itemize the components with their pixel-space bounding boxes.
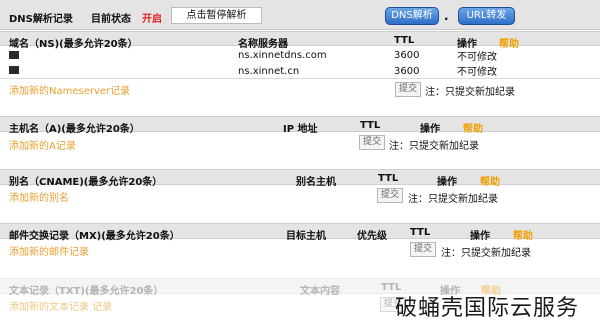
mx-submit-button[interactable]: 提交 xyxy=(410,242,436,257)
redacted-mark xyxy=(9,51,19,59)
url-forward-button[interactable]: URL转发 xyxy=(458,7,515,25)
ns-note: 注：只提交新加纪录 xyxy=(425,87,515,98)
a-help-link[interactable]: 帮助 xyxy=(463,120,483,135)
mx-header: 邮件交换记录（MX)(最多允许20条） 目标主机 优先级 TTL 操作 帮助 xyxy=(0,223,600,242)
mx-op-col: 操作 xyxy=(470,231,490,242)
cname-submit-button[interactable]: 提交 xyxy=(377,188,403,203)
cname-ttl-col: TTL xyxy=(378,173,399,184)
cname-host-col: 别名主机 xyxy=(296,177,336,188)
ns-help-link[interactable]: 帮助 xyxy=(499,35,519,50)
status-bar: DNS解析记录 目前状态 开启 点击暂停解析 DNS解析 . URL转发 xyxy=(0,0,600,30)
mx-ttl-col: TTL xyxy=(410,227,431,238)
status-value: 开启 xyxy=(142,14,162,25)
mx-help-link[interactable]: 帮助 xyxy=(513,227,533,242)
mx-mail-col: 邮件交换记录（MX)(最多允许20条） xyxy=(9,231,180,242)
cname-note: 注：只提交新加纪录 xyxy=(408,194,498,205)
dns-records-title: DNS解析记录 xyxy=(9,14,73,25)
cname-alias-col: 别名（CNAME)(最多允许20条） xyxy=(9,177,163,188)
cname-op-col: 操作 xyxy=(437,177,457,188)
mx-note: 注：只提交新加纪录 xyxy=(441,248,531,259)
add-a-link[interactable]: 添加新的A记录 xyxy=(9,137,76,152)
watermark: 破蛹壳国际云服务 xyxy=(395,296,580,321)
ns-ttl-col: TTL xyxy=(394,35,415,46)
add-mx-link[interactable]: 添加新的邮件记录 xyxy=(9,243,89,258)
cname-help-link[interactable]: 帮助 xyxy=(480,173,500,188)
ns-op-1: 不可修改 xyxy=(457,52,497,63)
separator-dot: . xyxy=(444,9,449,23)
ns-server-1: ns.xinnetdns.com xyxy=(238,50,327,61)
ns-server-col: 名称服务器 xyxy=(238,39,288,50)
pause-resolution-button[interactable]: 点击暂停解析 xyxy=(171,7,262,24)
add-ns-link[interactable]: 添加新的Nameserver记录 xyxy=(9,82,130,97)
dns-resolution-button[interactable]: DNS解析 xyxy=(385,7,439,25)
ns-ttl-2: 3600 xyxy=(394,66,420,77)
redacted-mark xyxy=(9,66,19,74)
a-ip-col: IP 地址 xyxy=(283,124,318,135)
a-note: 注：只提交新加纪录 xyxy=(389,141,479,152)
ns-server-2: ns.xinnet.cn xyxy=(238,66,300,77)
cname-header: 别名（CNAME)(最多允许20条） 别名主机 TTL 操作 帮助 xyxy=(0,169,600,188)
txt-text-col: 文本记录（TXT)(最多允许20条） xyxy=(9,286,164,297)
mx-priority-col: 优先级 xyxy=(357,231,387,242)
mx-target-col: 目标主机 xyxy=(286,231,326,242)
status-label: 目前状态 xyxy=(91,14,131,25)
a-submit-button[interactable]: 提交 xyxy=(359,135,385,150)
ns-submit-button[interactable]: 提交 xyxy=(395,82,421,97)
a-op-col: 操作 xyxy=(420,124,440,135)
txt-content-col: 文本内容 xyxy=(300,286,340,297)
ns-ttl-1: 3600 xyxy=(394,50,420,61)
a-header: 主机名（A)(最多允许20条） IP 地址 TTL 操作 帮助 xyxy=(0,116,600,135)
a-ttl-col: TTL xyxy=(360,120,381,131)
ns-domain-col: 域名（NS)(最多允许20条） xyxy=(9,39,138,50)
ns-op-2: 不可修改 xyxy=(457,67,497,78)
row-divider xyxy=(0,78,600,79)
add-txt-link[interactable]: 添加新的文本记录 记录 xyxy=(9,298,112,313)
ns-header: 域名（NS)(最多允许20条） 名称服务器 TTL 操作 帮助 xyxy=(0,31,600,50)
a-host-col: 主机名（A)(最多允许20条） xyxy=(9,124,140,135)
add-cname-link[interactable]: 添加新的别名 xyxy=(9,189,69,204)
